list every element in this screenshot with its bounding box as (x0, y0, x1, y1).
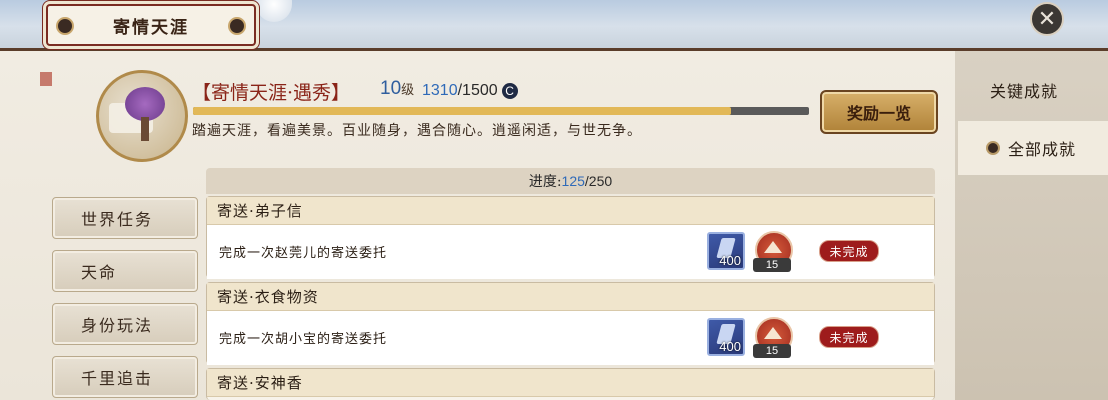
reward-scroll-item[interactable]: 400 (707, 318, 745, 356)
nav-item-destiny[interactable]: 天命 (52, 250, 198, 292)
reward-mountain-item[interactable]: 15 (753, 317, 793, 358)
nav-item-world-tasks[interactable]: 世界任务 (52, 197, 198, 239)
top-banner: 寄情天涯 ✕ (0, 0, 1108, 51)
calligraphy-decoration (6, 70, 46, 400)
close-button[interactable]: ✕ (1030, 2, 1064, 36)
reward-overview-button[interactable]: 奖励一览 (820, 90, 938, 134)
ornament-icon (56, 17, 74, 35)
reward-scroll-item[interactable]: 400 (707, 232, 745, 270)
progress-header: 进度: 125/250 (206, 168, 935, 194)
ornament-icon (228, 17, 246, 35)
progress-bar-fill (193, 107, 731, 115)
achievement-level: 10级 (380, 78, 415, 99)
close-icon: ✕ (1037, 6, 1057, 32)
window-title-plaque: 寄情天涯 (46, 4, 256, 46)
task-title: 寄送·衣食物资 (207, 283, 934, 311)
mountain-icon (764, 241, 782, 253)
tree-image (125, 87, 165, 121)
tab-key-achievements[interactable]: 关键成就 (958, 63, 1108, 117)
achievement-title: 【寄情天涯·遇秀】 (192, 82, 351, 104)
task-description: 完成一次赵莞儿的寄送委托 (219, 246, 388, 261)
mountain-icon (764, 327, 782, 339)
selected-dot-icon (986, 141, 1000, 155)
task-card: 寄送·弟子信 完成一次赵莞儿的寄送委托 400 15 未完成 (206, 196, 935, 279)
status-badge: 未完成 (819, 240, 879, 262)
task-title: 寄送·安神香 (207, 369, 934, 397)
achievement-progress-bar (193, 107, 809, 115)
coin-icon: C (501, 82, 518, 99)
achievement-avatar (96, 70, 188, 162)
achievement-points: 1310/1500 C (422, 82, 518, 100)
moon-decoration (256, 0, 292, 22)
nav-item-identity-play[interactable]: 身份玩法 (52, 303, 198, 345)
task-title: 寄送·弟子信 (207, 197, 934, 225)
tab-all-achievements[interactable]: 全部成就 (958, 121, 1108, 175)
nav-item-pursuit[interactable]: 千里追击 (52, 356, 198, 398)
task-card: 寄送·衣食物资 完成一次胡小宝的寄送委托 400 15 未完成 (206, 282, 935, 365)
achievement-description: 踏遍天涯，看遍美景。百业随身，遇合随心。逍遥闲适，与世无争。 (192, 123, 642, 139)
window-title: 寄情天涯 (113, 17, 189, 38)
reward-mountain-item[interactable]: 15 (753, 231, 793, 272)
task-card: 寄送·安神香 (206, 368, 935, 400)
task-description: 完成一次胡小宝的寄送委托 (219, 332, 388, 347)
seal-stamp (40, 72, 52, 86)
status-badge: 未完成 (819, 326, 879, 348)
